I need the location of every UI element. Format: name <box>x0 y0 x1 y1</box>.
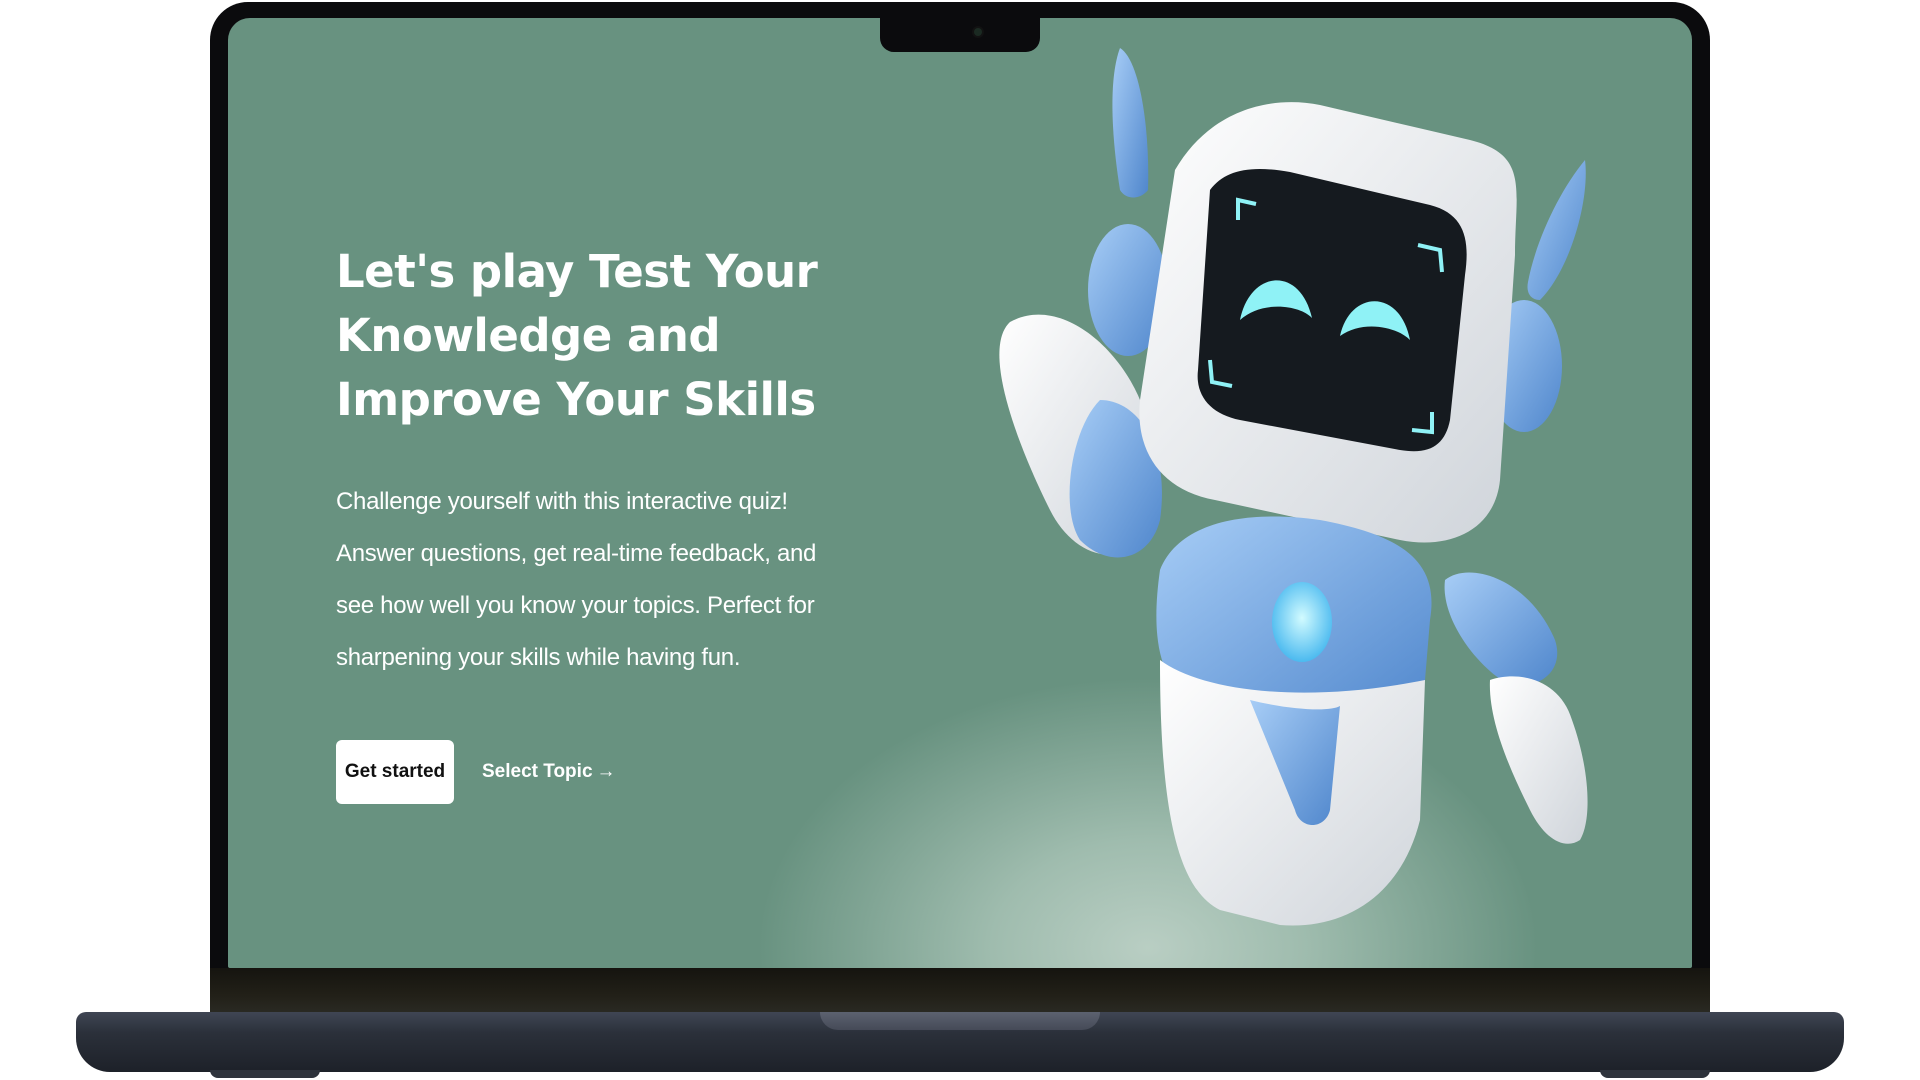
laptop-open-notch <box>820 1012 1100 1030</box>
antenna-right <box>1527 160 1586 300</box>
arm-right-cuff <box>1444 572 1558 686</box>
robot-mascot-illustration <box>999 48 1588 926</box>
hero-description: Challenge yourself with this interactive… <box>336 488 817 671</box>
laptop-foot-right <box>1600 1070 1710 1078</box>
get-started-button[interactable]: Get started <box>336 740 454 804</box>
laptop-foot-left <box>210 1070 320 1078</box>
antenna-left <box>1112 48 1149 198</box>
hero-title: Let's play Test Your Knowledge and Impro… <box>336 245 818 426</box>
select-topic-label: Select Topic <box>482 761 593 782</box>
right-arrow-icon: → <box>596 761 616 782</box>
cta-row: Get started Select Topic → <box>336 740 616 804</box>
camera-icon <box>974 28 982 36</box>
select-topic-link[interactable]: Select Topic → <box>482 761 616 783</box>
laptop-bottom-bezel <box>210 968 1710 1014</box>
robot-chest-core <box>1272 582 1332 662</box>
arm-right <box>1489 676 1588 844</box>
hero-section: Let's play Test Your Knowledge and Impro… <box>336 240 856 684</box>
